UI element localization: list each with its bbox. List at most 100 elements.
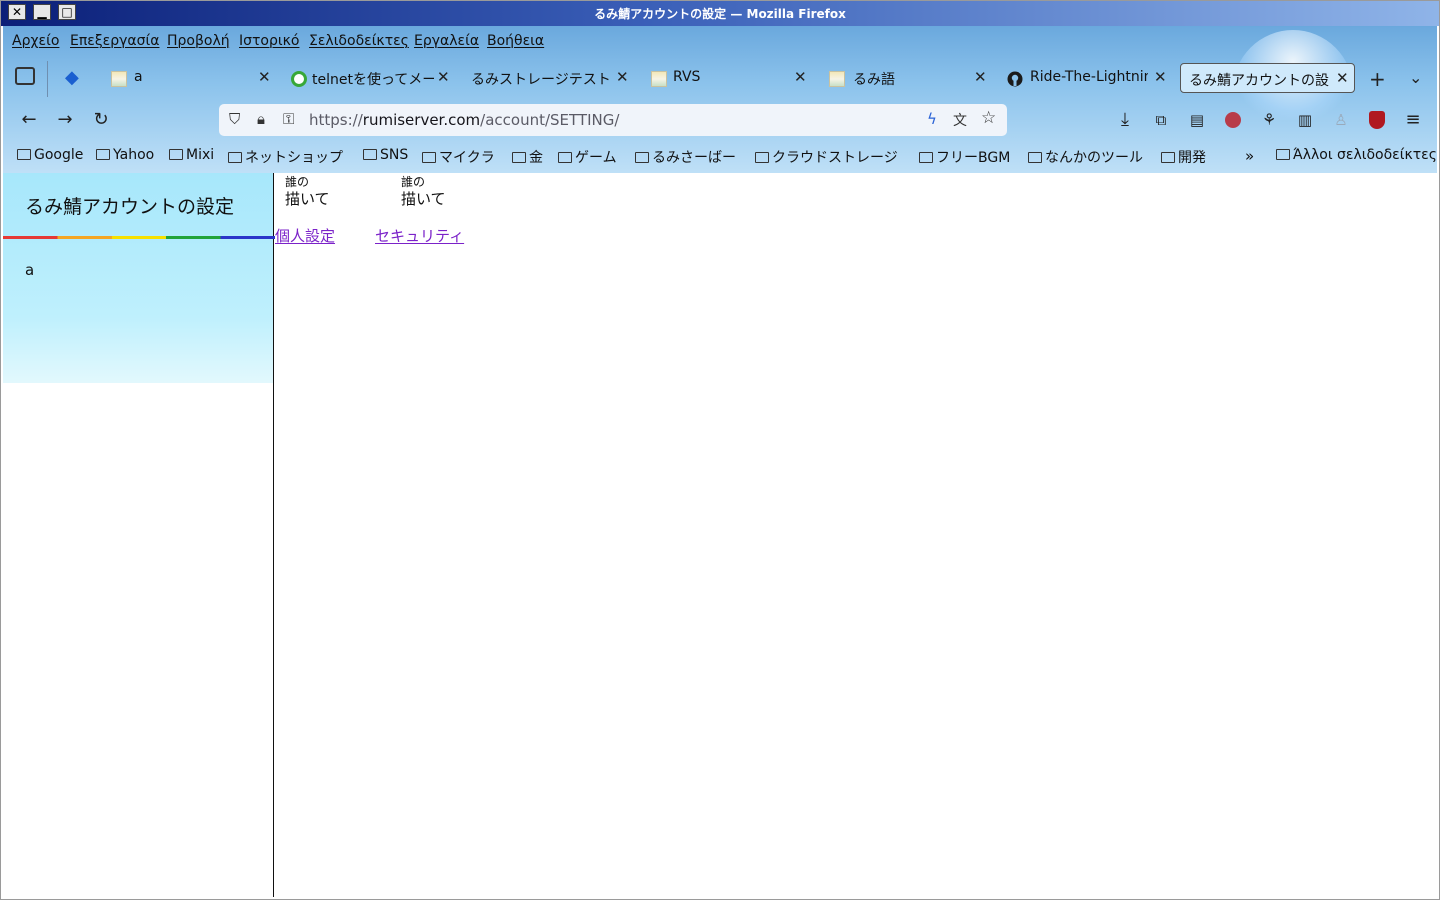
back-arrow-icon[interactable]: ← <box>17 108 41 132</box>
close-icon[interactable]: ✕ <box>974 68 987 86</box>
folder-icon <box>755 152 769 163</box>
bookmark-folder[interactable]: Yahoo <box>96 147 154 163</box>
tab-rumigo[interactable]: るみ語 ✕ <box>821 63 993 93</box>
bookmarks-toolbar: Google Yahoo Mixi ネットショップ SNS マイクラ 金 ゲーム… <box>3 144 1437 170</box>
tab-rumi-storage[interactable]: るみストレージテスト ✕ <box>463 63 631 93</box>
tile-big-text: 描いて <box>401 190 446 208</box>
list-tabs-chevron-down-icon[interactable]: ⌄ <box>1409 68 1422 87</box>
main-content: 誰の 描いて 誰の 描いて 個人設定 セキュリティ <box>275 173 1437 897</box>
tile-big-text: 描いて <box>285 190 330 208</box>
bookmark-folder[interactable]: フリーBGM <box>919 147 1010 167</box>
bookmark-folder[interactable]: クラウドストレージ <box>755 147 898 167</box>
tab-rvs[interactable]: RVS ✕ <box>643 63 813 93</box>
close-icon[interactable]: ✕ <box>437 68 450 86</box>
bookmark-folder[interactable]: Mixi <box>169 147 214 163</box>
folder-icon <box>96 149 110 160</box>
bookmark-folder[interactable]: ゲーム <box>558 147 617 167</box>
translate-icon[interactable]: 文 <box>953 110 967 130</box>
other-bookmarks-folder[interactable]: Άλλοι σελιδοδείκτες <box>1276 147 1437 163</box>
folder-icon <box>228 152 242 163</box>
folder-icon <box>363 149 377 160</box>
folder-icon <box>558 152 572 163</box>
tab-label: るみ語 <box>853 72 895 88</box>
close-icon[interactable]: ✕ <box>1154 68 1167 86</box>
sidebar-item[interactable]: a <box>25 261 34 279</box>
sidebar-title: るみ鯖アカウントの設定 <box>25 196 235 218</box>
folder-icon <box>422 152 436 163</box>
bookmark-folder[interactable]: ネットショップ <box>228 147 343 167</box>
tab-overview-icon[interactable] <box>15 67 35 85</box>
security-link[interactable]: セキュリティ <box>375 225 464 246</box>
close-icon[interactable]: ✕ <box>258 68 271 86</box>
menu-bookmarks[interactable]: Σελιδοδείκτες <box>309 33 409 49</box>
github-icon <box>1007 71 1023 87</box>
tab-github[interactable]: Ride-The-Lightnin ✕ <box>999 63 1173 93</box>
tab-divider <box>47 61 48 97</box>
pinned-tab[interactable]: ◆ <box>59 63 89 93</box>
browser-window: ✕ ▁ □ るみ鯖アカウントの設定 — Mozilla Firefox Αρχε… <box>0 0 1440 900</box>
close-icon[interactable]: ✕ <box>794 68 807 86</box>
url-bar[interactable]: ⛉ 🔒︎ ⚿ https://rumiserver.com/account/SE… <box>219 104 1007 136</box>
downloads-icon[interactable]: ⤓ <box>1113 108 1137 132</box>
lock-icon[interactable]: 🔒︎ <box>257 110 265 128</box>
broken-image-tile: 誰の 描いて <box>285 175 330 209</box>
tab-label: telnetを使ってメー <box>312 72 434 88</box>
menu-history[interactable]: Ιστορικό <box>239 33 299 49</box>
personal-settings-link[interactable]: 個人設定 <box>275 225 335 246</box>
bookmark-folder[interactable]: なんかのツール <box>1028 147 1143 167</box>
tab-rumi-account-active[interactable]: るみ鯖アカウントの設 ✕ <box>1180 63 1355 93</box>
menu-file[interactable]: Αρχείο <box>12 33 59 49</box>
forward-arrow-icon[interactable]: → <box>53 108 77 132</box>
bookmark-star-icon[interactable]: ☆ <box>981 108 996 128</box>
chevron-right-double-icon[interactable]: » <box>1245 147 1254 165</box>
folder-icon <box>919 152 933 163</box>
tile-small-text: 誰の <box>285 175 310 189</box>
bookmark-folder[interactable]: 開発 <box>1161 147 1206 167</box>
tab-label: るみ鯖アカウントの設 <box>1189 73 1329 89</box>
reload-icon[interactable]: ↻ <box>89 108 113 132</box>
tab-label: Ride-The-Lightnin <box>1030 69 1148 85</box>
tab-telnet[interactable]: telnetを使ってメー ✕ <box>283 63 453 93</box>
bookmark-folder[interactable]: マイクラ <box>422 147 495 167</box>
broken-image-tile: 誰の 描いて <box>401 175 446 209</box>
trash-icon[interactable]: ▥ <box>1293 108 1317 132</box>
extensions-puzzle-icon[interactable]: ⚘ <box>1257 108 1281 132</box>
sidebar-background <box>3 383 273 897</box>
rainbow-divider <box>3 236 275 239</box>
avatar-extension-icon[interactable] <box>1221 108 1245 132</box>
reader-sidebar-icon[interactable]: ▤ <box>1185 108 1209 132</box>
permissions-icon[interactable]: ⚿ <box>283 110 294 128</box>
navigation-bar: ← → ↻ ⛉ 🔒︎ ⚿ https://rumiserver.com/acco… <box>3 100 1437 140</box>
tracking-shield-icon[interactable]: ⛉ <box>229 110 240 128</box>
extension-disabled-icon[interactable]: ♙ <box>1329 108 1353 132</box>
synced-tabs-icon[interactable]: ⧉ <box>1149 108 1173 132</box>
menu-bar: Αρχείο Επεξεργασία Προβολή Ιστορικό Σελι… <box>3 26 1437 56</box>
window-title: るみ鯖アカウントの設定 — Mozilla Firefox <box>594 7 846 21</box>
bookmark-folder[interactable]: SNS <box>363 147 408 163</box>
sidebar: るみ鯖アカウントの設定 a <box>3 173 275 897</box>
close-icon[interactable]: ✕ <box>1336 69 1349 87</box>
bookmark-folder[interactable]: 金 <box>512 147 543 167</box>
close-icon[interactable]: ✕ <box>616 68 629 86</box>
url-text[interactable]: https://rumiserver.com/account/SETTING/ <box>309 111 619 129</box>
ublock-icon[interactable] <box>1365 108 1389 132</box>
menu-help[interactable]: Βοήθεια <box>487 33 544 49</box>
menu-tools[interactable]: Εργαλεία <box>414 33 479 49</box>
bookmark-folder[interactable]: るみさーばー <box>635 147 736 167</box>
tab-label: るみストレージテスト <box>471 72 611 88</box>
title-bar: ✕ ▁ □ るみ鯖アカウントの設定 — Mozilla Firefox <box>1 1 1439 26</box>
tab-a[interactable]: a ✕ <box>103 63 275 93</box>
green-circle-icon <box>291 71 307 87</box>
hamburger-menu-icon[interactable]: ≡ <box>1401 108 1425 132</box>
menu-view[interactable]: Προβολή <box>167 33 230 49</box>
tab-bar: ◆ a ✕ telnetを使ってメー ✕ るみストレージテスト ✕ RVS ✕ <box>3 59 1437 97</box>
pin-gem-icon: ◆ <box>65 67 79 88</box>
bookmark-folder[interactable]: Google <box>17 147 83 163</box>
folder-icon <box>169 149 183 160</box>
new-tab-plus-icon[interactable]: + <box>1369 67 1386 91</box>
browser-chrome: Αρχείο Επεξεργασία Προβολή Ιστορικό Σελι… <box>3 26 1437 173</box>
menu-edit[interactable]: Επεξεργασία <box>70 33 159 49</box>
image-icon <box>829 71 845 87</box>
page-content: るみ鯖アカウントの設定 a 誰の 描いて 誰の 描いて 個人設定 セキュリティ <box>3 173 1437 899</box>
lightning-icon[interactable]: ϟ <box>927 110 937 128</box>
